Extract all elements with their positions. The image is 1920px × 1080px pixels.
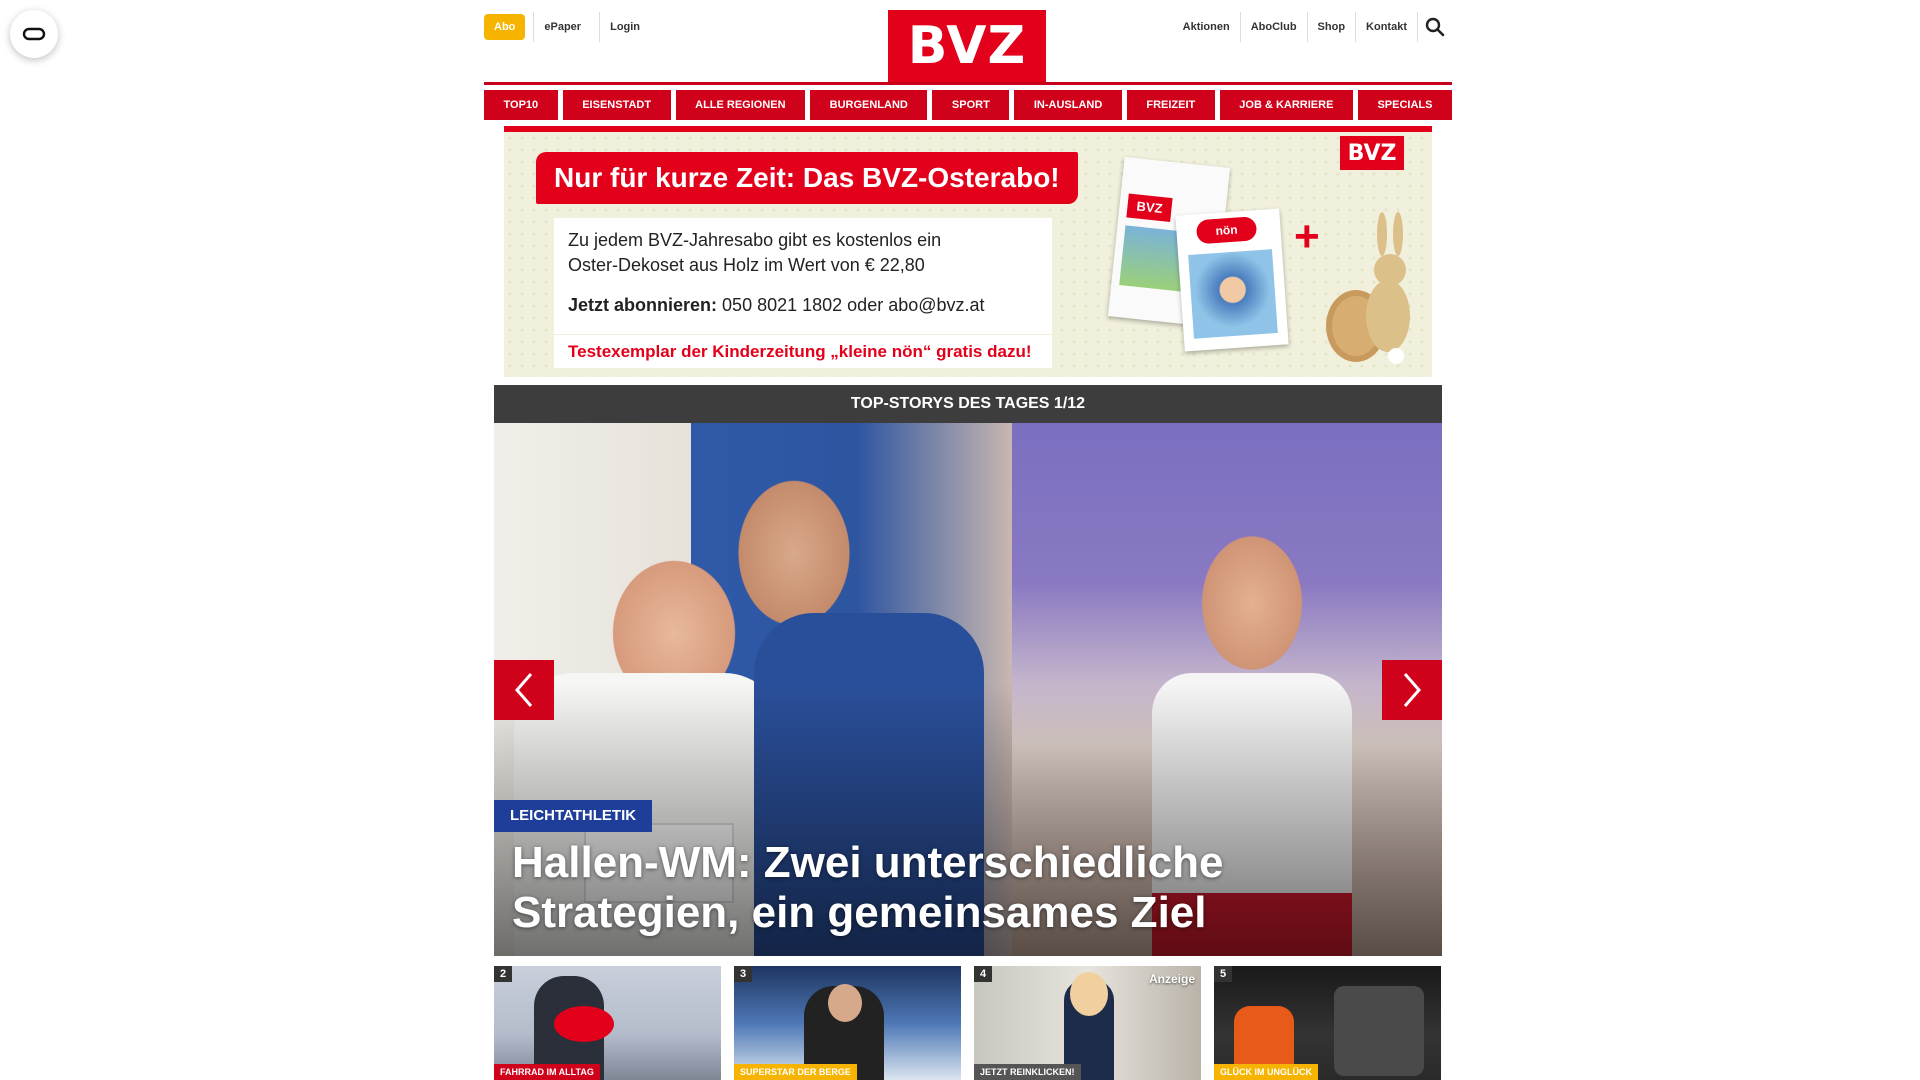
chevron-right-icon [1403,673,1421,707]
aboclub-link[interactable]: AboClub [1241,12,1308,42]
search-button[interactable] [1418,12,1452,42]
teaser-number: 5 [1214,966,1233,982]
aktionen-link[interactable]: Aktionen [1173,12,1241,42]
nav-item-sport[interactable]: SPORT [932,90,1010,120]
newspaper-bvz-logo: BVZ [1126,193,1173,223]
teaser-card[interactable]: 3 SUPERSTAR DER BERGE [734,966,961,1080]
topbar: Abo ePaper Login BVZ Aktionen AboClub Sh… [484,0,1452,85]
teaser-number: 4 [974,966,993,982]
main-nav: TOP10 EISENSTADT ALLE REGIONEN BURGENLAN… [484,90,1453,120]
chevron-left-icon [515,673,533,707]
newspaper-kid-photo [1188,249,1278,339]
nav-item-top10[interactable]: TOP10 [484,90,558,120]
newspaper-kleine-noen-image: nön [1175,208,1289,352]
newspaper-noen-logo: nön [1195,216,1258,245]
ad-banner-osterabo[interactable]: Nur für kurze Zeit: Das BVZ-Osterabo! Zu… [504,126,1432,377]
teaser-face [1070,972,1108,1016]
teaser-number: 3 [734,966,753,982]
teaser-sign [554,1006,614,1042]
ad-body-text: Zu jedem BVZ-Jahresabo gibt es kostenlos… [568,230,942,275]
ad-contact-value: 050 8021 1802 oder abo@bvz.at [722,295,985,315]
easter-bunny-egg-icon [1326,212,1410,364]
ad-contact-label: Jetzt abonnieren: [568,295,718,315]
ad-text-box: Zu jedem BVZ-Jahresabo gibt es kostenlos… [554,218,1052,352]
search-icon [1425,17,1445,37]
kontakt-link[interactable]: Kontakt [1356,12,1418,42]
accessibility-icon [22,27,46,41]
teaser-car [1334,986,1424,1076]
nav-item-job-karriere[interactable]: JOB & KARRIERE [1219,90,1353,120]
nav-item-specials[interactable]: SPECIALS [1357,90,1453,120]
story-category-badge[interactable]: LEICHTATHLETIK [494,800,653,832]
teaser-card[interactable]: 4 Anzeige JETZT REINKLICKEN! [974,966,1201,1080]
ad-contact: Jetzt abonnieren: 050 8021 1802 oder abo… [568,295,1038,316]
slider-prev-button[interactable] [494,660,554,720]
ad-free-offer: Testexemplar der Kinderzeitung „kleine n… [554,334,1052,368]
ad-logo: BVZ [1340,136,1404,170]
teaser-face [828,984,862,1022]
teaser-tag: FAHRRAD IM ALLTAG [494,1064,600,1080]
site-container: Abo ePaper Login BVZ Aktionen AboClub Sh… [484,0,1453,1080]
teaser-tag: SUPERSTAR DER BERGE [734,1064,857,1080]
teaser-ad-label: Anzeige [1148,972,1195,986]
nav-item-alle-regionen[interactable]: ALLE REGIONEN [675,90,806,120]
accessibility-button[interactable] [10,10,58,58]
nav-item-freizeit[interactable]: FREIZEIT [1126,90,1215,120]
ad-headline: Nur für kurze Zeit: Das BVZ-Osterabo! [536,152,1078,204]
epaper-link[interactable]: ePaper [533,12,591,42]
nav-item-in-ausland[interactable]: IN-AUSLAND [1014,90,1122,120]
teaser-tag: GLÜCK IM UNGLÜCK [1214,1064,1318,1080]
teaser-tag: JETZT REINKLICKEN! [974,1064,1081,1080]
teaser-card[interactable]: 2 FAHRRAD IM ALLTAG [494,966,721,1080]
nav-item-eisenstadt[interactable]: EISENSTADT [562,90,671,120]
top-stories-header: TOP-STORYS DES TAGES 1/12 [494,385,1442,423]
teaser-card[interactable]: 5 GLÜCK IM UNGLÜCK [1214,966,1441,1080]
nav-item-burgenland[interactable]: BURGENLAND [810,90,928,120]
header-divider [484,82,1452,85]
login-link[interactable]: Login [599,12,650,42]
teaser-number: 2 [494,966,513,982]
topbar-left: Abo ePaper Login [484,12,650,42]
site-logo[interactable]: BVZ [888,10,1046,82]
shop-link[interactable]: Shop [1308,12,1357,42]
topbar-right: Aktionen AboClub Shop Kontakt [1173,12,1452,42]
abo-button[interactable]: Abo [484,14,526,40]
story-teasers: 2 FAHRRAD IM ALLTAG 3 SUPERSTAR DER BERG… [494,966,1442,1080]
top-story-slider[interactable]: LEICHTATHLETIK Hallen-WM: Zwei unterschi… [494,423,1442,956]
slider-next-button[interactable] [1382,660,1442,720]
story-title[interactable]: Hallen-WM: Zwei unterschiedliche Strateg… [512,838,1412,938]
